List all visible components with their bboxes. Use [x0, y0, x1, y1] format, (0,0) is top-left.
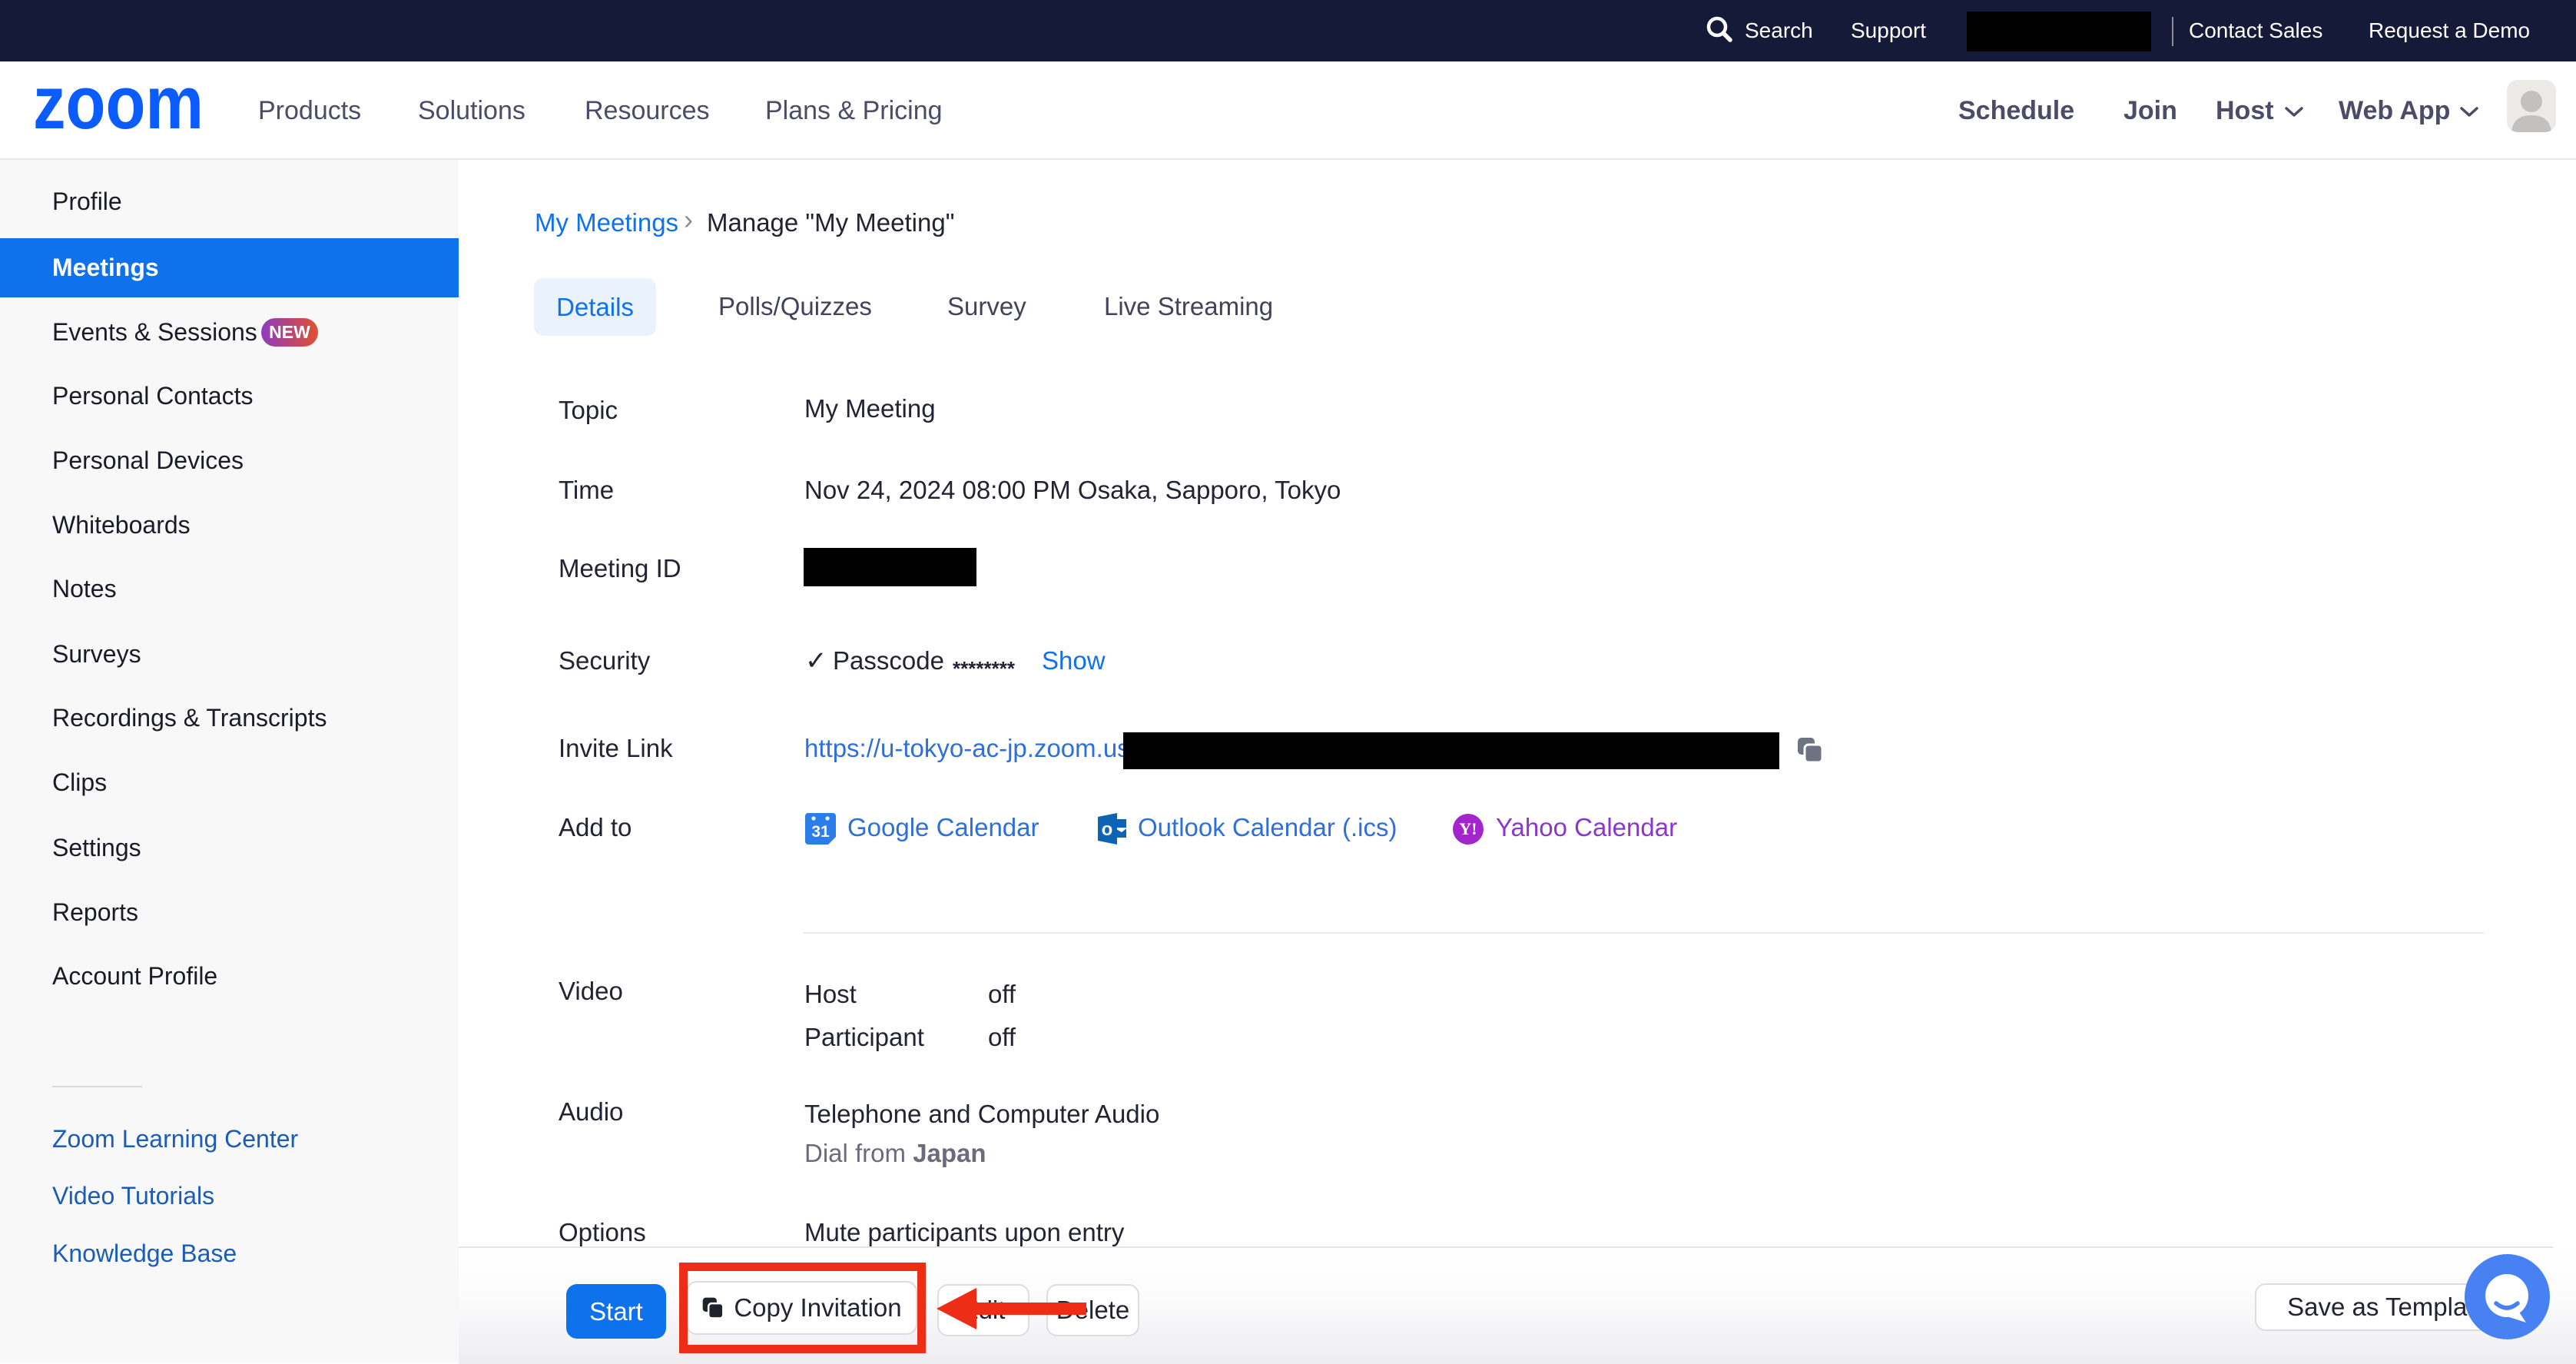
- svg-text:31: 31: [811, 823, 830, 841]
- svg-text:o: o: [1102, 819, 1113, 840]
- svg-text:zoom: zoom: [33, 61, 204, 131]
